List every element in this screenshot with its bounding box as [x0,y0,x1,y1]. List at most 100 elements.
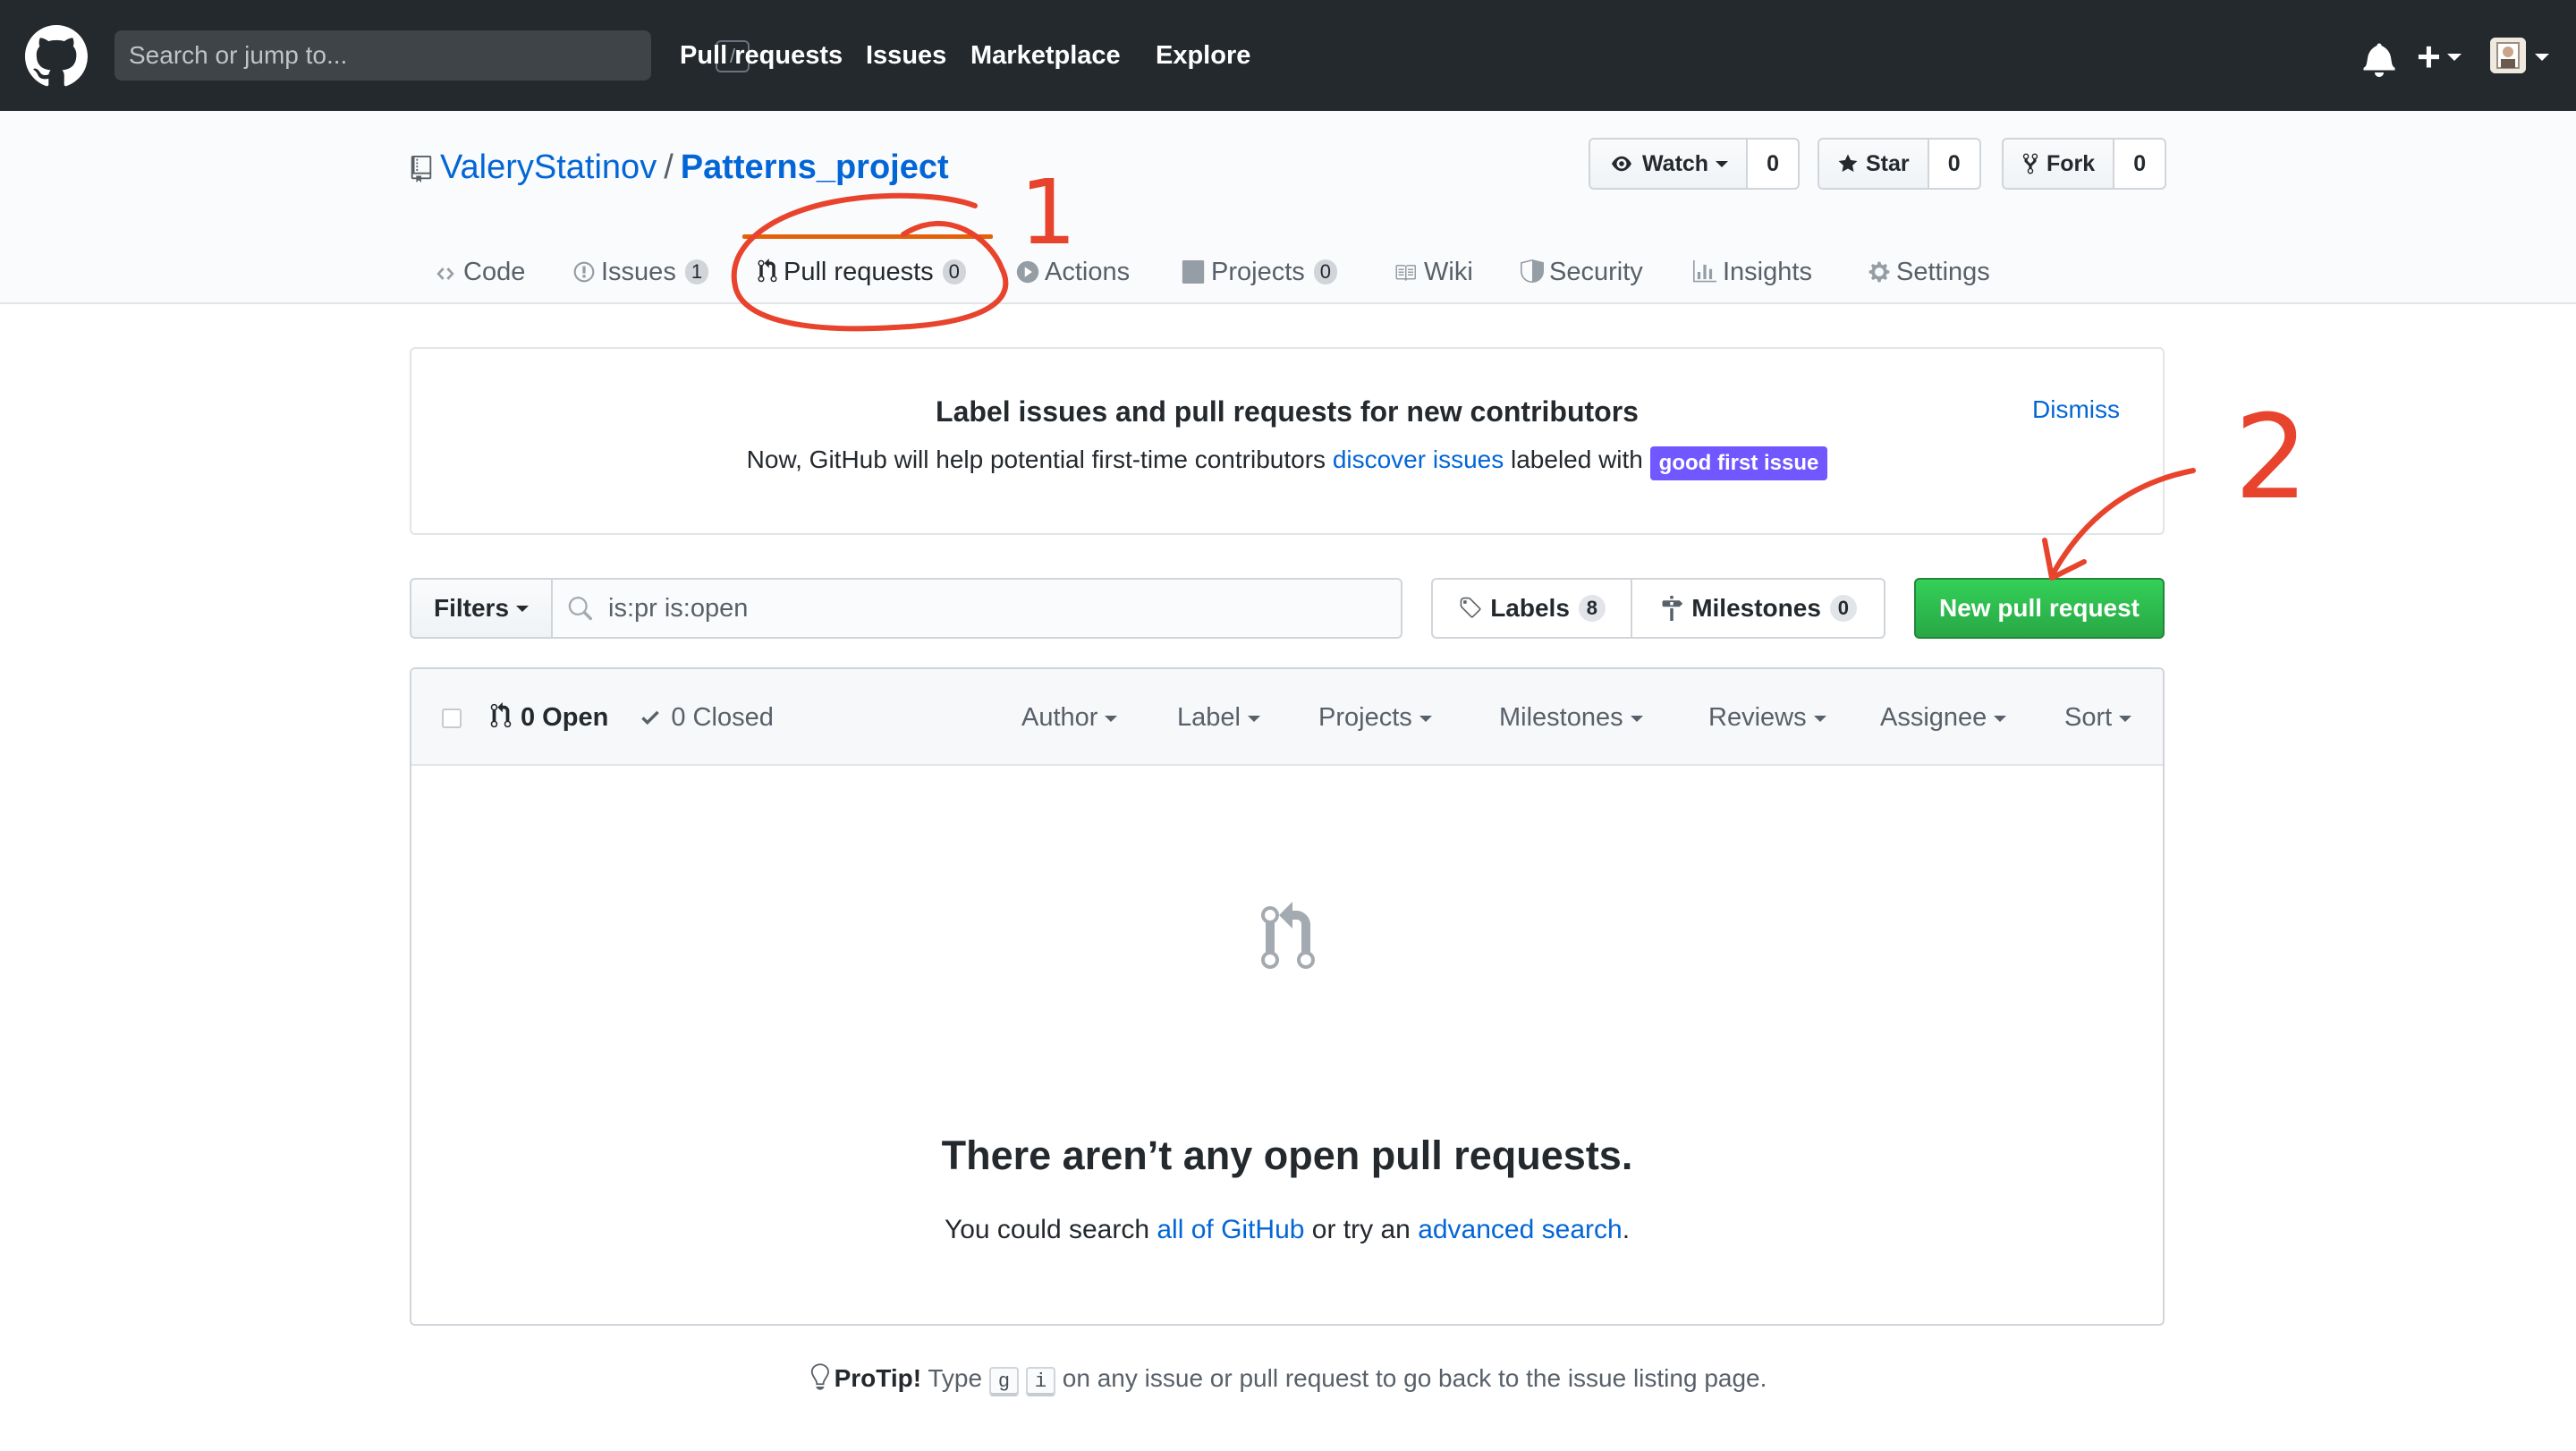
global-search[interactable]: / [114,30,750,81]
blankslate-text: You could search all of GitHub or try an… [411,1215,2163,1245]
protip-text2: on any issue or pull request to go back … [1062,1364,1767,1392]
search-icon [568,597,592,621]
fork-count[interactable]: 0 [2114,140,2165,188]
milestones-caret-icon [1630,715,1643,722]
avatar-caret-icon [2535,54,2549,61]
tab-security[interactable]: Security [1521,254,1643,306]
nav-pull-requests[interactable]: Pull requests [680,39,843,72]
tab-label: Settings [1896,258,1990,286]
tab-label: Insights [1723,258,1812,286]
author-caret-icon [1105,715,1118,722]
sort-select[interactable]: Sort [2064,700,2132,735]
code-icon [436,267,454,280]
blankslate-mid: or try an [1311,1215,1411,1244]
closed-filter-link[interactable]: 0 Closed [639,703,774,732]
all-of-github-link[interactable]: all of GitHub [1157,1215,1304,1244]
labels-button[interactable]: Labels 8 [1433,580,1633,637]
tag-icon [1460,597,1481,618]
projects-caret-icon [1419,715,1432,722]
create-new-icon[interactable]: + [2417,34,2441,79]
reviews-caret-icon [1813,715,1826,722]
play-icon [1016,260,1039,284]
blankslate-suffix: . [1622,1215,1631,1244]
watch-caret-icon [1716,160,1729,167]
tab-settings[interactable]: Settings [1868,254,1990,306]
reviews-select[interactable]: Reviews [1708,700,1826,735]
global-search-input[interactable] [129,30,594,81]
nav-marketplace[interactable]: Marketplace [970,39,1121,72]
assignee-select[interactable]: Assignee [1880,700,2007,735]
shield-icon [1521,259,1544,283]
avatar-image [2490,38,2526,73]
repo-name-link[interactable]: Patterns_project [681,148,949,186]
fork-button[interactable]: Fork [2004,140,2115,188]
pull-request-list: 0 Open 0 Closed Author Label Projects Mi… [410,667,2165,1326]
bell-icon[interactable] [2361,41,2397,77]
state-toggle: 0 Open 0 Closed [490,700,774,735]
author-select[interactable]: Author [1021,700,1118,735]
milestones-select-label: Milestones [1499,703,1623,732]
tab-insights[interactable]: Insights [1692,254,1812,306]
blankslate: There aren’t any open pull requests. You… [411,768,2163,1324]
select-all-checkbox[interactable] [442,709,462,728]
watch-count[interactable]: 0 [1748,140,1799,188]
check-icon [641,710,660,726]
watch-button[interactable]: Watch [1590,140,1749,188]
open-filter-link[interactable]: 0 Open [490,702,609,732]
good-first-issue-label: good first issue [1649,446,1828,480]
closed-count: 0 Closed [671,703,774,732]
repo-icon [411,156,432,182]
star-icon [1838,154,1858,172]
assignee-caret-icon [1994,715,2007,722]
github-logo-icon[interactable] [25,25,88,88]
filters-label: Filters [433,594,510,622]
blankslate-prefix: You could search [944,1215,1150,1244]
banner-text-after: labeled with [1511,445,1643,473]
annotation-mark-2: 2 [2234,389,2309,525]
issue-search-input[interactable] [608,580,1377,637]
milestones-count: 0 [1829,595,1857,622]
projects-count-badge: 0 [1313,259,1338,284]
tab-actions[interactable]: Actions [1016,254,1130,306]
tab-label: Wiki [1424,258,1473,286]
dismiss-button[interactable]: Dismiss [2032,395,2120,424]
new-pull-request-button[interactable]: New pull request [1914,578,2165,639]
protip: ProTip! Type g i on any issue or pull re… [0,1363,2576,1396]
issue-search[interactable] [551,578,1402,639]
labels-label: Labels [1490,594,1570,622]
annotation-arrowhead [2042,538,2087,581]
repo-title: ValeryStatinov / Patterns_project [440,145,949,190]
repo-owner-link[interactable]: ValeryStatinov [440,148,657,186]
tab-code[interactable]: Code [433,254,525,306]
selected-tab-underline [742,234,993,239]
star-button[interactable]: Star [1819,140,1929,188]
milestones-button[interactable]: Milestones 0 [1632,580,1884,637]
star-count[interactable]: 0 [1928,140,1979,188]
nav-explore[interactable]: Explore [1156,39,1250,72]
tab-issues[interactable]: Issues 1 [572,254,709,306]
pull-request-icon [1261,902,1315,969]
fork-button-group: Fork 0 [2002,138,2167,190]
advanced-search-link[interactable]: advanced search [1418,1215,1623,1244]
nav-issues[interactable]: Issues [866,39,946,72]
avatar[interactable] [2490,38,2526,73]
label-select[interactable]: Label [1177,700,1260,735]
projects-select[interactable]: Projects [1318,700,1432,735]
banner-text-before: Now, GitHub will help potential first-ti… [746,445,1326,473]
projects-label: Projects [1318,703,1412,732]
open-count: 0 Open [521,703,609,732]
pull-request-icon [758,259,777,283]
protip-text1: Type [928,1364,983,1392]
milestones-select[interactable]: Milestones [1499,700,1643,735]
repo-title-separator: / [664,148,674,186]
issues-count-badge: 1 [684,259,709,284]
tab-label: Actions [1045,258,1131,286]
create-caret-icon [2447,54,2462,61]
issue-icon [573,261,595,283]
tab-wiki[interactable]: Wiki [1392,254,1473,306]
filters-button[interactable]: Filters [410,578,553,639]
tab-pull-requests[interactable]: Pull requests 0 [757,254,966,306]
discover-issues-link[interactable]: discover issues [1333,445,1504,473]
blankslate-title: There aren’t any open pull requests. [941,1133,1633,1178]
tab-projects[interactable]: Projects 0 [1181,254,1338,306]
